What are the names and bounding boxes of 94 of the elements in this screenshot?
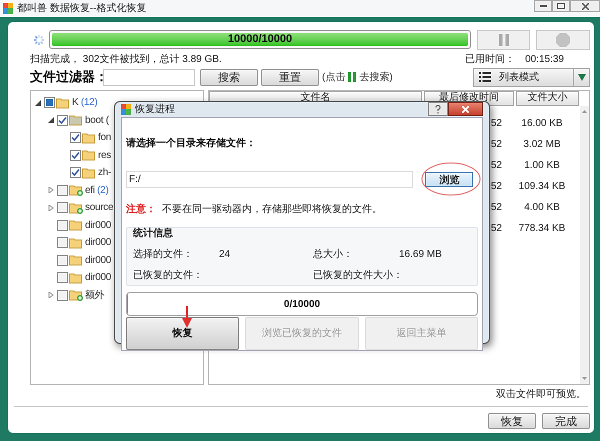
hint-text: 去搜索) xyxy=(359,70,393,84)
preview-hint: 双击文件即可预览。 xyxy=(496,388,586,402)
checkbox[interactable] xyxy=(70,150,81,161)
table-cell-text: 778.34 KB xyxy=(518,222,566,236)
checkbox[interactable] xyxy=(57,272,68,284)
stat-value: 16.69 MB xyxy=(399,248,443,262)
tree-item-label[interactable]: fon xyxy=(98,130,112,146)
checkbox[interactable] xyxy=(57,254,68,266)
checkbox[interactable] xyxy=(57,290,68,301)
checkbox[interactable] xyxy=(70,167,81,178)
stop-button[interactable] xyxy=(536,30,590,50)
collapse-icon[interactable] xyxy=(35,100,41,106)
close-button[interactable] xyxy=(448,102,483,116)
stat-label: 已恢复的文件： xyxy=(133,268,204,283)
view-mode-dropdown[interactable]: 列表模式 xyxy=(473,68,590,86)
elapsed-time: 00:15:39 xyxy=(525,52,564,66)
dropdown-arrow-icon xyxy=(578,74,586,80)
tree-item-label[interactable]: boot ( xyxy=(85,112,109,128)
app-logo-icon xyxy=(3,3,13,14)
scroll-up-icon[interactable] xyxy=(582,110,587,113)
stop-icon xyxy=(556,32,570,46)
checkbox[interactable] xyxy=(57,184,68,196)
progress-text: 10000/10000 xyxy=(226,32,294,48)
table-cell-text: 52 xyxy=(490,138,503,152)
tree-item-label[interactable]: res xyxy=(98,148,111,163)
path-field[interactable]: F:/ xyxy=(126,170,413,188)
help-icon xyxy=(435,104,441,114)
help-button[interactable] xyxy=(428,102,448,116)
progress-text: 0/10000 xyxy=(282,298,322,312)
scroll-down-icon[interactable] xyxy=(582,377,587,380)
group-title: 统计信息 xyxy=(133,226,174,241)
table-cell-text: 52 xyxy=(490,117,503,131)
finish-button[interactable]: 完成 xyxy=(542,413,590,429)
tree-item-label[interactable]: zh- xyxy=(98,165,111,180)
tree-item-label[interactable]: source xyxy=(85,200,114,216)
table-cell-text: 52 xyxy=(490,201,503,215)
note-label: 注意： xyxy=(126,202,156,217)
stat-label: 选择的文件： xyxy=(133,248,194,262)
tree-item-label[interactable]: 额外 xyxy=(85,288,104,303)
checkbox[interactable] xyxy=(57,237,68,248)
pause-button[interactable] xyxy=(477,30,530,50)
expand-icon[interactable] xyxy=(48,187,54,194)
note-text: 不要在同一驱动器内，存储那些即将恢复的文件。 xyxy=(162,202,382,217)
checkbox[interactable] xyxy=(70,132,81,144)
expand-icon[interactable] xyxy=(48,292,54,298)
table-cell-text: 4.00 KB xyxy=(523,201,561,215)
close-icon xyxy=(582,2,588,10)
scan-status: 扫描完成， 302文件被找到，总计 3.89 GB. xyxy=(30,52,222,66)
pause-icon xyxy=(348,72,356,82)
checkbox[interactable] xyxy=(57,114,68,126)
tree-item-label[interactable]: efi (2) xyxy=(85,182,108,198)
hint-text: (点击 xyxy=(322,70,346,84)
pointer-arrow xyxy=(182,306,192,328)
minimize-button[interactable] xyxy=(534,0,552,12)
close-button[interactable] xyxy=(570,0,600,12)
filter-label: 文件过滤器： xyxy=(30,68,100,86)
tree-item-label[interactable]: dir000 xyxy=(85,252,111,268)
table-cell-text: 1.00 KB xyxy=(523,159,561,173)
collapse-icon[interactable] xyxy=(48,117,54,124)
checkbox[interactable] xyxy=(57,202,68,214)
elapsed-label: 已用时间： xyxy=(465,52,516,66)
pause-icon xyxy=(498,34,508,46)
window-title: 都叫兽 数据恢复--格式化恢复 xyxy=(17,2,146,16)
table-cell-text: 52 xyxy=(490,159,503,173)
stat-label: 总大小： xyxy=(313,248,354,262)
tree-item-label[interactable]: K (12) xyxy=(72,95,98,110)
reset-button[interactable]: 重置 xyxy=(261,68,319,86)
recover-button[interactable]: 恢复 xyxy=(126,317,240,350)
recover-button[interactable]: 恢复 xyxy=(488,413,536,429)
dialog-title: 恢复进程 xyxy=(135,102,175,117)
table-cell-text: 3.02 MB xyxy=(522,138,562,152)
expand-icon[interactable] xyxy=(48,204,54,211)
app-logo-icon xyxy=(121,104,131,115)
checkbox[interactable] xyxy=(44,97,55,108)
prompt-text: 请选择一个目录来存储文件： xyxy=(126,136,257,151)
tree-item-label[interactable]: dir000 xyxy=(85,218,111,233)
table-cell-text: 16.00 KB xyxy=(520,117,564,131)
filter-field[interactable] xyxy=(103,68,195,86)
tree-item-label[interactable]: dir000 xyxy=(85,270,111,286)
table-cell-text: 109.34 KB xyxy=(518,180,566,194)
stat-label: 已恢复的文件大小： xyxy=(313,268,399,283)
highlight-ellipse xyxy=(420,162,481,196)
spinner-icon xyxy=(33,34,45,46)
list-icon xyxy=(479,72,491,82)
search-button[interactable]: 搜索 xyxy=(200,68,258,86)
column-header[interactable]: 文件大小 xyxy=(516,91,579,106)
tree-item-label[interactable]: dir000 xyxy=(85,235,111,250)
table-cell-text: 52 xyxy=(490,222,503,236)
stat-value: 24 xyxy=(219,248,232,262)
close-icon xyxy=(462,106,469,112)
maximize-button[interactable] xyxy=(552,0,570,12)
checkbox[interactable] xyxy=(57,220,68,231)
table-cell-text: 52 xyxy=(490,180,503,194)
browse-button[interactable]: 浏览 xyxy=(425,172,474,186)
